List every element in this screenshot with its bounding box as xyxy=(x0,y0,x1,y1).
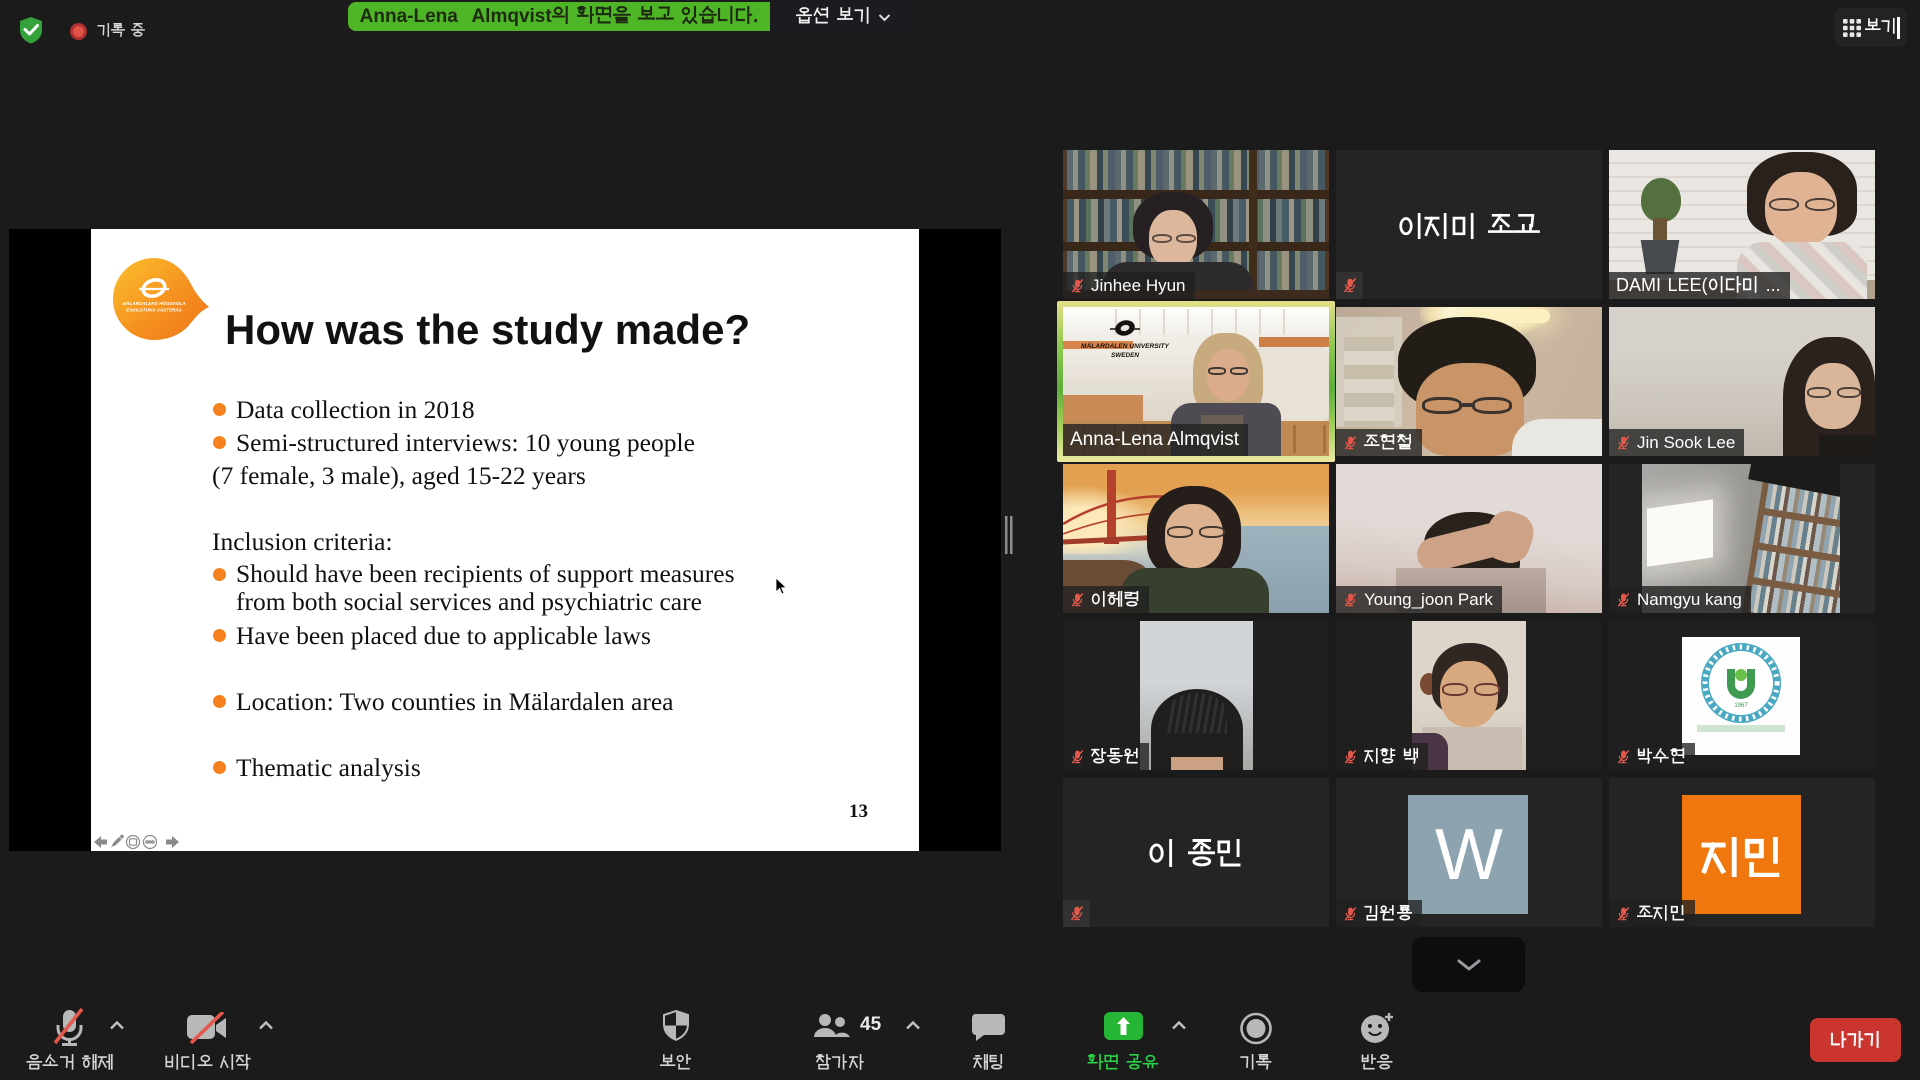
svg-text:1967: 1967 xyxy=(1734,703,1748,709)
svg-text:MÄLARDALEN UNIVERSITY: MÄLARDALEN UNIVERSITY xyxy=(1081,342,1170,350)
svg-text:MÄLARDALENS HÖGSKOLA: MÄLARDALENS HÖGSKOLA xyxy=(122,300,185,306)
svg-text:SWEDEN: SWEDEN xyxy=(1111,352,1139,359)
svg-text:ESKILSTUNA VÄSTERÅS: ESKILSTUNA VÄSTERÅS xyxy=(126,307,182,313)
